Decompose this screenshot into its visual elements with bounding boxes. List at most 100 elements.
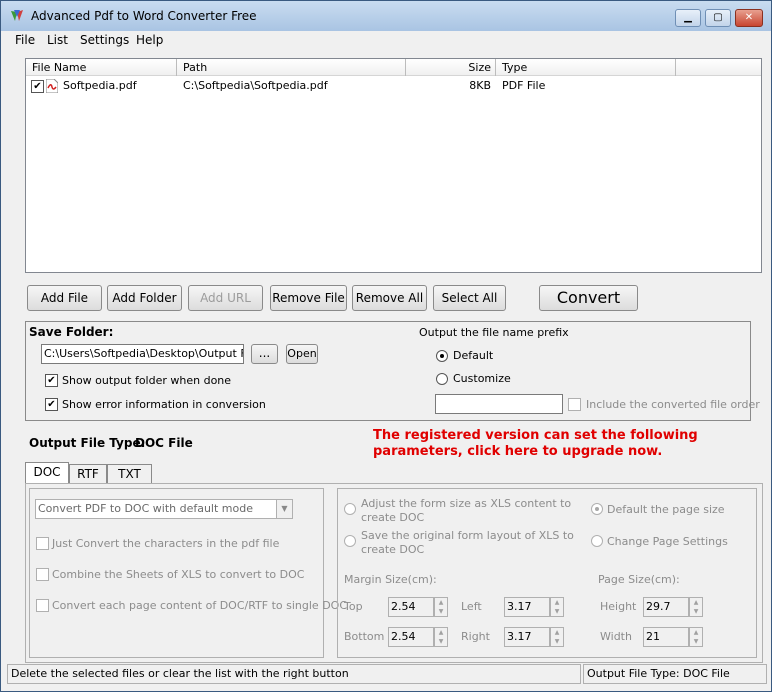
tab-doc[interactable]: DOC bbox=[25, 462, 69, 484]
select-all-button[interactable]: Select All bbox=[433, 285, 506, 311]
status-message: Delete the selected files or clear the l… bbox=[7, 664, 581, 684]
form-size-label-1: Adjust the form size as XLS content to bbox=[361, 497, 572, 510]
page-default-radio[interactable] bbox=[591, 503, 603, 515]
opt-combine-sheets-checkbox[interactable] bbox=[36, 568, 49, 581]
margin-right-input[interactable]: 3.17 bbox=[504, 627, 550, 647]
file-row[interactable]: ✔ Softpedia.pdf C:\Softpedia\Softpedia.p… bbox=[26, 78, 761, 95]
add-folder-button[interactable]: Add Folder bbox=[107, 285, 182, 311]
margin-bottom-label: Bottom bbox=[344, 630, 385, 643]
show-folder-label: Show output folder when done bbox=[62, 374, 232, 387]
page-default-label: Default the page size bbox=[607, 503, 725, 516]
show-error-checkbox[interactable]: ✔ bbox=[45, 398, 58, 411]
prefix-input[interactable] bbox=[435, 394, 563, 414]
margin-top-input[interactable]: 2.54 bbox=[388, 597, 434, 617]
page-change-radio[interactable] bbox=[591, 535, 603, 547]
form-size-label-2: create DOC bbox=[361, 511, 425, 524]
column-size[interactable]: Size bbox=[406, 59, 496, 76]
maximize-button[interactable]: ▢ bbox=[705, 9, 731, 27]
margin-bottom-spinner[interactable]: ▲ ▼ bbox=[434, 627, 448, 647]
window-title: Advanced Pdf to Word Converter Free bbox=[31, 9, 257, 23]
form-size-radio[interactable] bbox=[344, 503, 356, 515]
app-window: Advanced Pdf to Word Converter Free ▁ ▢ … bbox=[0, 0, 772, 692]
file-name-cell: Softpedia.pdf bbox=[63, 79, 137, 92]
page-size-label: Page Size(cm): bbox=[598, 573, 680, 586]
pdf-file-icon bbox=[46, 79, 58, 93]
remove-file-button[interactable]: Remove File bbox=[270, 285, 347, 311]
page-width-spinner[interactable]: ▲ ▼ bbox=[689, 627, 703, 647]
opt-just-convert-label: Just Convert the characters in the pdf f… bbox=[52, 537, 280, 550]
menu-list[interactable]: List bbox=[47, 33, 68, 47]
show-folder-checkbox[interactable]: ✔ bbox=[45, 374, 58, 387]
tab-txt[interactable]: TXT bbox=[107, 464, 152, 484]
form-layout-label-1: Save the original form layout of XLS to bbox=[361, 529, 574, 542]
column-path[interactable]: Path bbox=[177, 59, 406, 76]
margin-left-label: Left bbox=[461, 600, 482, 613]
column-type[interactable]: Type bbox=[496, 59, 676, 76]
menu-settings[interactable]: Settings bbox=[80, 33, 129, 47]
maximize-icon: ▢ bbox=[713, 12, 723, 23]
page-height-label: Height bbox=[600, 600, 637, 613]
margin-right-spinner[interactable]: ▲ ▼ bbox=[550, 627, 564, 647]
menu-help[interactable]: Help bbox=[136, 33, 163, 47]
file-row-checkbox[interactable]: ✔ bbox=[31, 80, 44, 93]
form-layout-radio[interactable] bbox=[344, 535, 356, 547]
menu-file[interactable]: File bbox=[15, 33, 35, 47]
opt-each-page-label: Convert each page content of DOC/RTF to … bbox=[52, 599, 348, 612]
minimize-button[interactable]: ▁ bbox=[675, 9, 701, 27]
remove-all-button[interactable]: Remove All bbox=[352, 285, 427, 311]
prefix-default-radio[interactable] bbox=[436, 350, 448, 362]
file-path-cell: C:\Softpedia\Softpedia.pdf bbox=[183, 79, 328, 92]
output-type-label: Output File Type: bbox=[29, 436, 146, 450]
margin-size-label: Margin Size(cm): bbox=[344, 573, 437, 586]
open-folder-button[interactable]: Open bbox=[286, 344, 318, 364]
doc-mode-select[interactable]: Convert PDF to DOC with default mode bbox=[35, 499, 293, 519]
file-size-cell: 8KB bbox=[469, 79, 491, 92]
prefix-customize-label: Customize bbox=[453, 372, 511, 385]
opt-each-page-checkbox[interactable] bbox=[36, 599, 49, 612]
add-url-button[interactable]: Add URL bbox=[188, 285, 263, 311]
margin-left-input[interactable]: 3.17 bbox=[504, 597, 550, 617]
status-output-type-value: DOC File bbox=[683, 667, 730, 680]
file-list-header: File Name Path Size Type bbox=[26, 59, 761, 76]
opt-just-convert-checkbox[interactable] bbox=[36, 537, 49, 550]
include-order-label: Include the converted file order bbox=[586, 398, 760, 411]
opt-combine-sheets-label: Combine the Sheets of XLS to convert to … bbox=[52, 568, 305, 581]
margin-left-spinner[interactable]: ▲ ▼ bbox=[550, 597, 564, 617]
margin-right-label: Right bbox=[461, 630, 490, 643]
margin-top-spinner[interactable]: ▲ ▼ bbox=[434, 597, 448, 617]
margin-top-label: Top bbox=[344, 600, 363, 613]
upgrade-link-line2[interactable]: parameters, click here to upgrade now. bbox=[373, 444, 662, 459]
upgrade-link-line1[interactable]: The registered version can set the follo… bbox=[373, 428, 698, 443]
tab-rtf[interactable]: RTF bbox=[69, 464, 107, 484]
margin-bottom-input[interactable]: 2.54 bbox=[388, 627, 434, 647]
close-button[interactable]: ✕ bbox=[735, 9, 763, 27]
convert-button[interactable]: Convert bbox=[539, 285, 638, 311]
prefix-default-label: Default bbox=[453, 349, 494, 362]
menu-bar: File List Settings Help bbox=[1, 31, 771, 49]
status-output-type-label: Output File Type: bbox=[587, 667, 680, 680]
include-order-checkbox[interactable] bbox=[568, 398, 581, 411]
file-list[interactable]: File Name Path Size Type ✔ Softpedia.pdf… bbox=[25, 58, 762, 273]
page-change-label: Change Page Settings bbox=[607, 535, 728, 548]
browse-button[interactable]: ... bbox=[251, 344, 278, 364]
close-icon: ✕ bbox=[744, 12, 754, 23]
column-file-name[interactable]: File Name bbox=[26, 59, 177, 76]
page-height-input[interactable]: 29.7 bbox=[643, 597, 689, 617]
status-output-type: Output File Type: DOC File bbox=[583, 664, 767, 684]
add-file-button[interactable]: Add File bbox=[27, 285, 102, 311]
minimize-icon: ▁ bbox=[684, 12, 692, 23]
title-bar[interactable]: Advanced Pdf to Word Converter Free ▁ ▢ … bbox=[1, 1, 771, 31]
prefix-customize-radio[interactable] bbox=[436, 373, 448, 385]
page-width-input[interactable]: 21 bbox=[643, 627, 689, 647]
page-height-spinner[interactable]: ▲ ▼ bbox=[689, 597, 703, 617]
form-layout-label-2: create DOC bbox=[361, 543, 425, 556]
page-width-label: Width bbox=[600, 630, 632, 643]
save-folder-input[interactable]: C:\Users\Softpedia\Desktop\Output Files bbox=[41, 344, 244, 364]
app-logo-icon bbox=[11, 10, 23, 21]
save-folder-label: Save Folder: bbox=[29, 325, 114, 339]
chevron-down-icon[interactable]: ▼ bbox=[276, 500, 292, 518]
prefix-label: Output the file name prefix bbox=[419, 326, 569, 339]
show-error-label: Show error information in conversion bbox=[62, 398, 266, 411]
output-type-value: DOC File bbox=[135, 436, 193, 450]
file-type-cell: PDF File bbox=[502, 79, 546, 92]
